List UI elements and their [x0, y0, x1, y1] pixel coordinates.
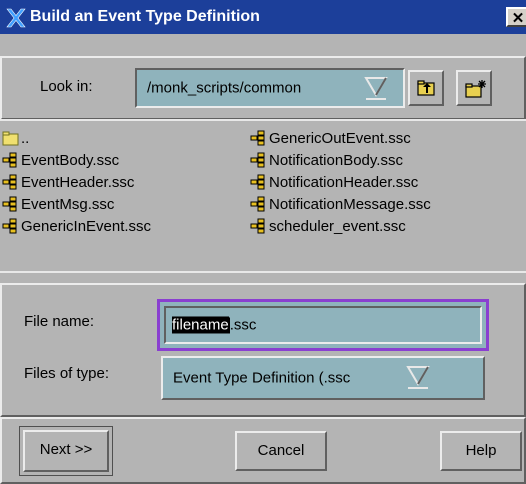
script-file-icon	[250, 152, 269, 168]
script-file-icon	[2, 152, 21, 168]
file-list-column-2: GenericOutEvent.ssc NotificationBody.ssc N…	[250, 127, 431, 237]
file-name-label: GenericInEvent.ssc	[21, 217, 152, 235]
file-list-item[interactable]: ..	[2, 127, 151, 149]
file-name-selection: filename	[172, 316, 229, 334]
file-name-label: scheduler_event.ssc	[269, 217, 406, 235]
file-type-value: Event Type Definition (.ssc	[173, 369, 351, 387]
file-name-input[interactable]: filename.ssc	[164, 306, 482, 344]
file-list-item[interactable]: NotificationBody.ssc	[250, 149, 431, 171]
file-list-item[interactable]: EventMsg.ssc	[2, 193, 151, 215]
new-folder-button[interactable]	[456, 70, 492, 106]
file-name-label: EventBody.ssc	[21, 151, 120, 169]
file-type-label: Files of type:	[24, 365, 110, 382]
file-list-item[interactable]: EventBody.ssc	[2, 149, 151, 171]
file-name-label: EventHeader.ssc	[21, 173, 135, 191]
file-name-label: NotificationMessage.ssc	[269, 195, 431, 213]
file-name-value: filename.ssc	[172, 316, 257, 334]
file-list-item[interactable]: GenericOutEvent.ssc	[250, 127, 431, 149]
file-name-label: ..	[21, 129, 30, 147]
script-file-icon	[2, 196, 21, 212]
script-file-icon	[2, 218, 21, 234]
up-folder-button[interactable]	[408, 70, 444, 106]
script-file-icon	[250, 130, 269, 146]
script-file-icon	[250, 196, 269, 212]
file-name-field[interactable]: filename.ssc	[157, 299, 489, 351]
look-in-combo[interactable]: /monk_scripts/common	[135, 68, 405, 108]
file-list-item[interactable]: NotificationMessage.ssc	[250, 193, 431, 215]
close-button[interactable]: ✕	[506, 7, 526, 27]
cancel-button[interactable]: Cancel	[235, 431, 327, 471]
chevron-down-icon[interactable]	[405, 364, 431, 390]
script-file-icon	[250, 174, 269, 190]
next-button[interactable]: Next >>	[23, 430, 109, 472]
title-bar: Build an Event Type Definition ✕	[0, 0, 526, 34]
file-name-label: NotificationBody.ssc	[269, 151, 403, 169]
file-name-label: GenericOutEvent.ssc	[269, 129, 411, 147]
file-name-label: File name:	[24, 313, 95, 330]
script-file-icon	[250, 218, 269, 234]
file-list-item[interactable]: GenericInEvent.ssc	[2, 215, 151, 237]
file-list-column-1: .. EventBody.ssc EventHeader.ssc EventMsg.s…	[2, 127, 151, 237]
chevron-down-icon[interactable]	[363, 75, 389, 101]
window-title: Build an Event Type Definition	[30, 8, 260, 25]
folder-icon	[2, 130, 21, 146]
x-logo-icon	[6, 8, 26, 28]
look-in-panel: Look in: /monk_scripts/common	[0, 56, 526, 120]
script-file-icon	[2, 174, 21, 190]
file-name-label: EventMsg.ssc	[21, 195, 115, 213]
help-button[interactable]: Help	[440, 431, 522, 471]
file-name-label: NotificationHeader.ssc	[269, 173, 419, 191]
file-type-combo[interactable]: Event Type Definition (.ssc	[161, 356, 485, 400]
file-list-item[interactable]: EventHeader.ssc	[2, 171, 151, 193]
up-folder-icon	[417, 80, 435, 96]
file-list-item[interactable]: scheduler_event.ssc	[250, 215, 431, 237]
new-folder-icon	[465, 80, 486, 98]
file-name-extension: .ssc	[229, 316, 257, 334]
look-in-value: /monk_scripts/common	[147, 79, 302, 97]
file-list[interactable]: .. EventBody.ssc EventHeader.ssc EventMsg.s…	[0, 119, 526, 273]
file-list-item[interactable]: NotificationHeader.ssc	[250, 171, 431, 193]
close-icon: ✕	[511, 10, 525, 27]
look-in-label: Look in:	[40, 78, 93, 95]
